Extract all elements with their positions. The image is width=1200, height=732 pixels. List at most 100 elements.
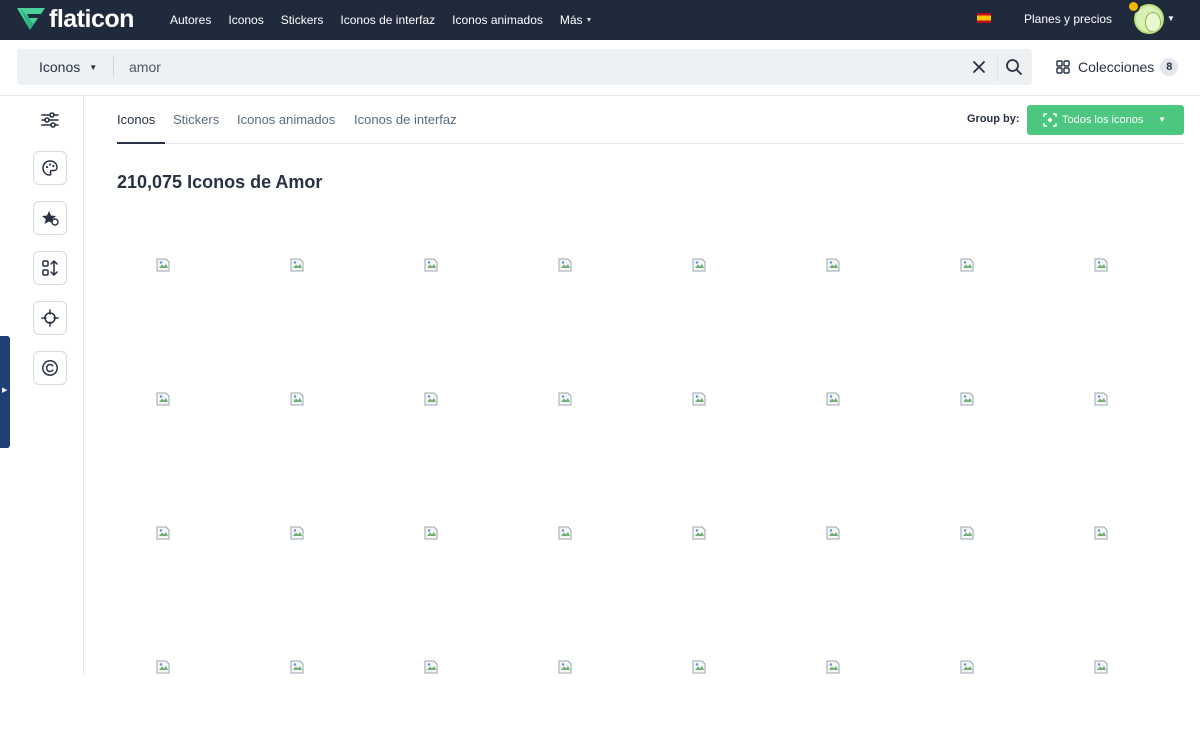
- broken-image-icon: [826, 392, 840, 406]
- nav-iconos[interactable]: Iconos: [228, 13, 263, 27]
- group-by-dropdown[interactable]: Todos los iconos ▼: [1027, 105, 1184, 135]
- icon-result-item[interactable]: [653, 598, 787, 732]
- icon-result-item[interactable]: [787, 196, 921, 330]
- tab-stickers[interactable]: Stickers: [173, 112, 219, 127]
- spain-flag-icon[interactable]: [977, 13, 991, 23]
- icon-result-item[interactable]: [1055, 196, 1189, 330]
- icon-result-item[interactable]: [519, 330, 653, 464]
- expand-sidebar-tab[interactable]: ▶: [0, 336, 10, 448]
- broken-image-icon: [960, 258, 974, 272]
- icon-result-item[interactable]: [1055, 330, 1189, 464]
- icon-result-item[interactable]: [787, 464, 921, 598]
- icon-result-item[interactable]: [385, 464, 519, 598]
- icon-result-item[interactable]: [519, 464, 653, 598]
- broken-image-icon: [156, 660, 170, 674]
- icon-result-item[interactable]: [653, 464, 787, 598]
- icon-result-item[interactable]: [653, 196, 787, 330]
- avatar-chevron-down-icon[interactable]: ▼: [1167, 14, 1175, 23]
- chevron-down-icon: ▼: [1158, 115, 1166, 124]
- active-tab-indicator: [117, 142, 165, 144]
- group-by-value: Todos los iconos: [1062, 114, 1144, 126]
- broken-image-icon: [290, 660, 304, 674]
- icon-result-item[interactable]: [117, 464, 251, 598]
- clear-search-icon[interactable]: [970, 58, 988, 76]
- icon-result-item[interactable]: [117, 598, 251, 732]
- icon-result-item[interactable]: [251, 196, 385, 330]
- broken-image-icon: [960, 660, 974, 674]
- select-area-icon: [1043, 113, 1057, 127]
- avatar-face-icon: [1145, 12, 1161, 32]
- nav-iconos-de-interfaz[interactable]: Iconos de interfaz: [340, 13, 435, 27]
- premium-crown-icon: [1127, 0, 1140, 13]
- broken-image-icon: [424, 258, 438, 272]
- detail-filter-button[interactable]: [33, 301, 67, 335]
- broken-image-icon: [826, 660, 840, 674]
- nav-more-label: Más: [559, 13, 583, 27]
- broken-image-icon: [1094, 258, 1108, 272]
- icon-result-item[interactable]: [1055, 598, 1189, 732]
- icon-result-item[interactable]: [385, 330, 519, 464]
- search-row: Iconos ▼ Colecciones 8: [0, 40, 1200, 96]
- resource-type-select[interactable]: Iconos ▼: [39, 49, 97, 85]
- star-shape-icon: [42, 211, 59, 226]
- icon-result-item[interactable]: [519, 196, 653, 330]
- broken-image-icon: [290, 392, 304, 406]
- broken-image-icon: [290, 526, 304, 540]
- flaticon-logo[interactable]: flaticon: [16, 5, 134, 33]
- broken-image-icon: [558, 392, 572, 406]
- search-box: Iconos ▼: [17, 49, 1032, 85]
- search-icon[interactable]: [1005, 58, 1023, 76]
- icon-result-item[interactable]: [385, 598, 519, 732]
- logo-mark-icon: [17, 8, 45, 30]
- broken-image-icon: [424, 526, 438, 540]
- collections-button[interactable]: Colecciones 8: [1056, 57, 1179, 77]
- plans-link[interactable]: Planes y precios: [1024, 12, 1112, 26]
- crosshair-icon: [41, 309, 59, 327]
- icon-result-item[interactable]: [921, 196, 1055, 330]
- icon-result-item[interactable]: [787, 598, 921, 732]
- tab-iconos[interactable]: Iconos: [117, 112, 155, 127]
- broken-image-icon: [692, 392, 706, 406]
- broken-image-icon: [692, 258, 706, 272]
- collections-count-badge: 8: [1160, 58, 1179, 76]
- nav-stickers[interactable]: Stickers: [281, 13, 324, 27]
- icon-result-item[interactable]: [385, 196, 519, 330]
- tab-iconos-de-interfaz[interactable]: Iconos de interfaz: [354, 112, 457, 127]
- icon-result-item[interactable]: [251, 598, 385, 732]
- filters-sidebar: ▶: [0, 96, 84, 675]
- icon-result-item[interactable]: [921, 598, 1055, 732]
- chevron-down-icon: ▼: [89, 62, 98, 72]
- resource-tabs: Iconos Stickers Iconos animados Iconos d…: [117, 96, 1184, 144]
- resource-type-label: Iconos: [39, 59, 81, 75]
- color-filter-button[interactable]: [33, 151, 67, 185]
- palette-icon: [42, 160, 58, 176]
- icon-result-item[interactable]: [787, 330, 921, 464]
- nav-iconos-animados[interactable]: Iconos animados: [452, 13, 543, 27]
- search-divider: [113, 57, 114, 77]
- icon-result-item[interactable]: [921, 464, 1055, 598]
- style-filter-button[interactable]: [33, 201, 67, 235]
- tab-iconos-animados[interactable]: Iconos animados: [237, 112, 335, 127]
- broken-image-icon: [1094, 526, 1108, 540]
- broken-image-icon: [424, 392, 438, 406]
- results-title: 210,075 Iconos de Amor: [117, 172, 323, 192]
- icon-result-item[interactable]: [117, 330, 251, 464]
- filters-icon[interactable]: [40, 110, 60, 130]
- shape-filter-button[interactable]: [33, 251, 67, 285]
- icon-result-item[interactable]: [519, 598, 653, 732]
- broken-image-icon: [826, 526, 840, 540]
- icon-result-item[interactable]: [653, 330, 787, 464]
- copyright-icon: [42, 360, 58, 376]
- search-input[interactable]: [129, 49, 959, 85]
- broken-image-icon: [424, 660, 438, 674]
- nav-autores[interactable]: Autores: [170, 13, 211, 27]
- icon-result-item[interactable]: [251, 464, 385, 598]
- chevron-right-icon: ▶: [2, 387, 8, 394]
- nav-more-menu[interactable]: Más ▼: [560, 13, 593, 27]
- license-filter-button[interactable]: [33, 351, 67, 385]
- icon-result-item[interactable]: [117, 196, 251, 330]
- icon-result-item[interactable]: [251, 330, 385, 464]
- broken-image-icon: [558, 526, 572, 540]
- icon-result-item[interactable]: [1055, 464, 1189, 598]
- icon-result-item[interactable]: [921, 330, 1055, 464]
